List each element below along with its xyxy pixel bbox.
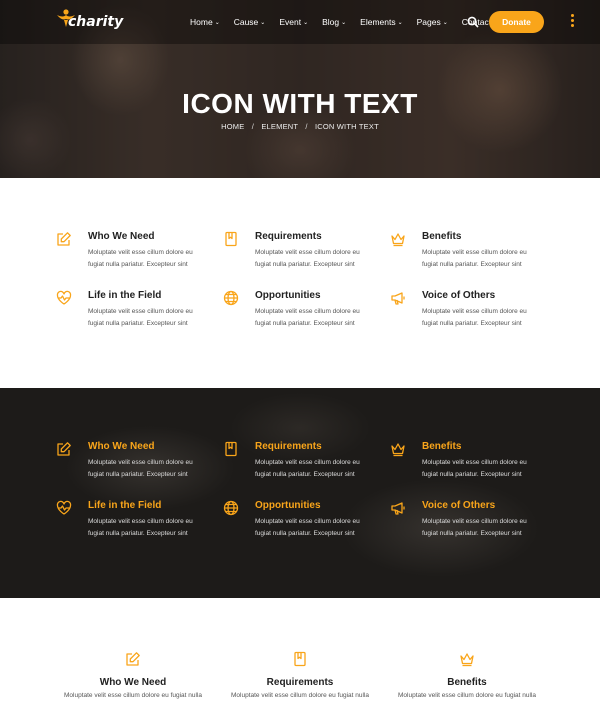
nav-item-event[interactable]: Event ⌄ xyxy=(279,17,308,27)
centered-feature-item: Requirements Moluptate velit esse cillum … xyxy=(220,651,380,699)
chevron-down-icon: ⌄ xyxy=(341,19,347,26)
nav-item-label: Cause xyxy=(233,17,259,27)
top-navbar: charity Home ⌄ Cause ⌄ Event ⌄ Blog ⌄ Elements ⌄ P… xyxy=(0,0,600,44)
feature-description: Moluptate velit esse cillum dolore eu fu… xyxy=(422,459,527,478)
nav-item-blog[interactable]: Blog ⌄ xyxy=(322,17,346,27)
chevron-down-icon: ⌄ xyxy=(260,19,266,26)
nav-item-label: Event xyxy=(279,17,302,27)
hero-banner: charity Home ⌄ Cause ⌄ Event ⌄ Blog ⌄ Elements ⌄ P… xyxy=(0,0,600,178)
feature-title: Life in the Field xyxy=(88,500,162,511)
feature-title: Voice of Others xyxy=(422,290,496,301)
chevron-down-icon: ⌄ xyxy=(397,19,403,26)
feature-title: Requirements xyxy=(255,441,322,452)
feature-title: Who We Need xyxy=(88,231,155,242)
edit-icon xyxy=(57,232,71,246)
feature-description: Moluptate velit esse cillum dolore eu fu… xyxy=(422,518,527,537)
feature-description: Moluptate velit esse cillum dolore eu fu… xyxy=(422,249,527,268)
feature-description: Moluptate velit esse cillum dolore eu fu… xyxy=(397,692,537,699)
megaphone-icon xyxy=(391,502,405,515)
feature-description: Moluptate velit esse cillum dolore eu fu… xyxy=(255,249,360,268)
donate-button[interactable]: Donate xyxy=(489,11,544,33)
feature-description: Moluptate velit esse cillum dolore eu fu… xyxy=(422,308,527,327)
search-icon[interactable] xyxy=(467,16,479,28)
features-dark-section: Who We Need Moluptate velit esse cillum d… xyxy=(0,388,600,598)
feature-title: Who We Need xyxy=(88,441,155,452)
chevron-down-icon: ⌄ xyxy=(303,19,309,26)
nav-item-elements[interactable]: Elements ⌄ xyxy=(360,17,402,27)
feature-description: Moluptate velit esse cillum dolore eu fu… xyxy=(255,459,360,478)
feature-description: Moluptate velit esse cillum dolore eu fu… xyxy=(88,459,193,478)
logo[interactable]: charity xyxy=(56,9,124,34)
logo-figure-icon xyxy=(57,9,75,27)
feature-description: Moluptate velit esse cillum dolore eu fu… xyxy=(63,692,203,699)
main-nav: Home ⌄ Cause ⌄ Event ⌄ Blog ⌄ Elements ⌄ Pages ⌄ Con… xyxy=(190,0,505,44)
book-icon xyxy=(294,651,306,667)
heartbeat-icon xyxy=(56,500,72,515)
feature-description: Moluptate velit esse cillum dolore eu fu… xyxy=(88,308,193,327)
book-icon xyxy=(225,441,237,457)
nav-item-pages[interactable]: Pages ⌄ xyxy=(417,17,448,27)
nav-item-label: Pages xyxy=(416,17,441,27)
feature-description: Moluptate velit esse cillum dolore eu fu… xyxy=(230,692,370,699)
feature-title: Benefits xyxy=(422,441,462,452)
crown-icon xyxy=(391,233,405,247)
globe-icon xyxy=(223,500,239,516)
edit-icon xyxy=(126,652,140,666)
crown-icon xyxy=(391,443,405,457)
nav-item-label: Elements xyxy=(360,17,396,27)
feature-description: Moluptate velit esse cillum dolore eu fu… xyxy=(255,518,360,537)
chevron-down-icon: ⌄ xyxy=(442,19,448,26)
feature-title: Benefits xyxy=(422,231,462,242)
edit-icon xyxy=(57,442,71,456)
feature-title: Opportunities xyxy=(255,290,321,301)
breadcrumb-separator: / xyxy=(305,122,308,131)
heartbeat-icon xyxy=(56,290,72,305)
centered-feature-item: Who We Need Moluptate velit esse cillum d… xyxy=(53,651,213,699)
breadcrumb-element[interactable]: ELEMENT xyxy=(261,122,298,131)
nav-item-home[interactable]: Home ⌄ xyxy=(190,17,220,27)
globe-icon xyxy=(223,290,239,306)
nav-item-label: Home xyxy=(190,17,213,27)
feature-description: Moluptate velit esse cillum dolore eu fu… xyxy=(88,518,193,537)
feature-title: Voice of Others xyxy=(422,500,496,511)
book-icon xyxy=(225,231,237,247)
crown-icon xyxy=(460,653,474,667)
centered-feature-item: Benefits Moluptate velit esse cillum dolo… xyxy=(387,651,547,699)
feature-title: Life in the Field xyxy=(88,290,162,301)
breadcrumb-separator: / xyxy=(251,122,255,131)
feature-description: Moluptate velit esse cillum dolore eu fu… xyxy=(88,249,193,268)
feature-title: Opportunities xyxy=(255,500,321,511)
feature-title: Requirements xyxy=(255,231,322,242)
nav-item-label: Blog xyxy=(322,17,340,27)
chevron-down-icon: ⌄ xyxy=(214,19,220,26)
page-title: ICON WITH TEXT xyxy=(182,88,418,119)
feature-description: Moluptate velit esse cillum dolore eu fu… xyxy=(255,308,360,327)
megaphone-icon xyxy=(391,292,405,305)
breadcrumb-current: ICON WITH TEXT xyxy=(314,122,379,131)
logo-text: charity xyxy=(68,14,124,30)
feature-title: Requirements xyxy=(266,677,334,688)
kebab-menu-icon[interactable] xyxy=(569,14,575,30)
breadcrumb-home[interactable]: HOME xyxy=(221,122,244,131)
feature-title: Benefits xyxy=(447,677,487,688)
breadcrumb: HOME / ELEMENT / ICON WITH TEXT xyxy=(0,122,600,131)
nav-item-cause[interactable]: Cause ⌄ xyxy=(234,17,266,27)
feature-title: Who We Need xyxy=(99,677,167,688)
